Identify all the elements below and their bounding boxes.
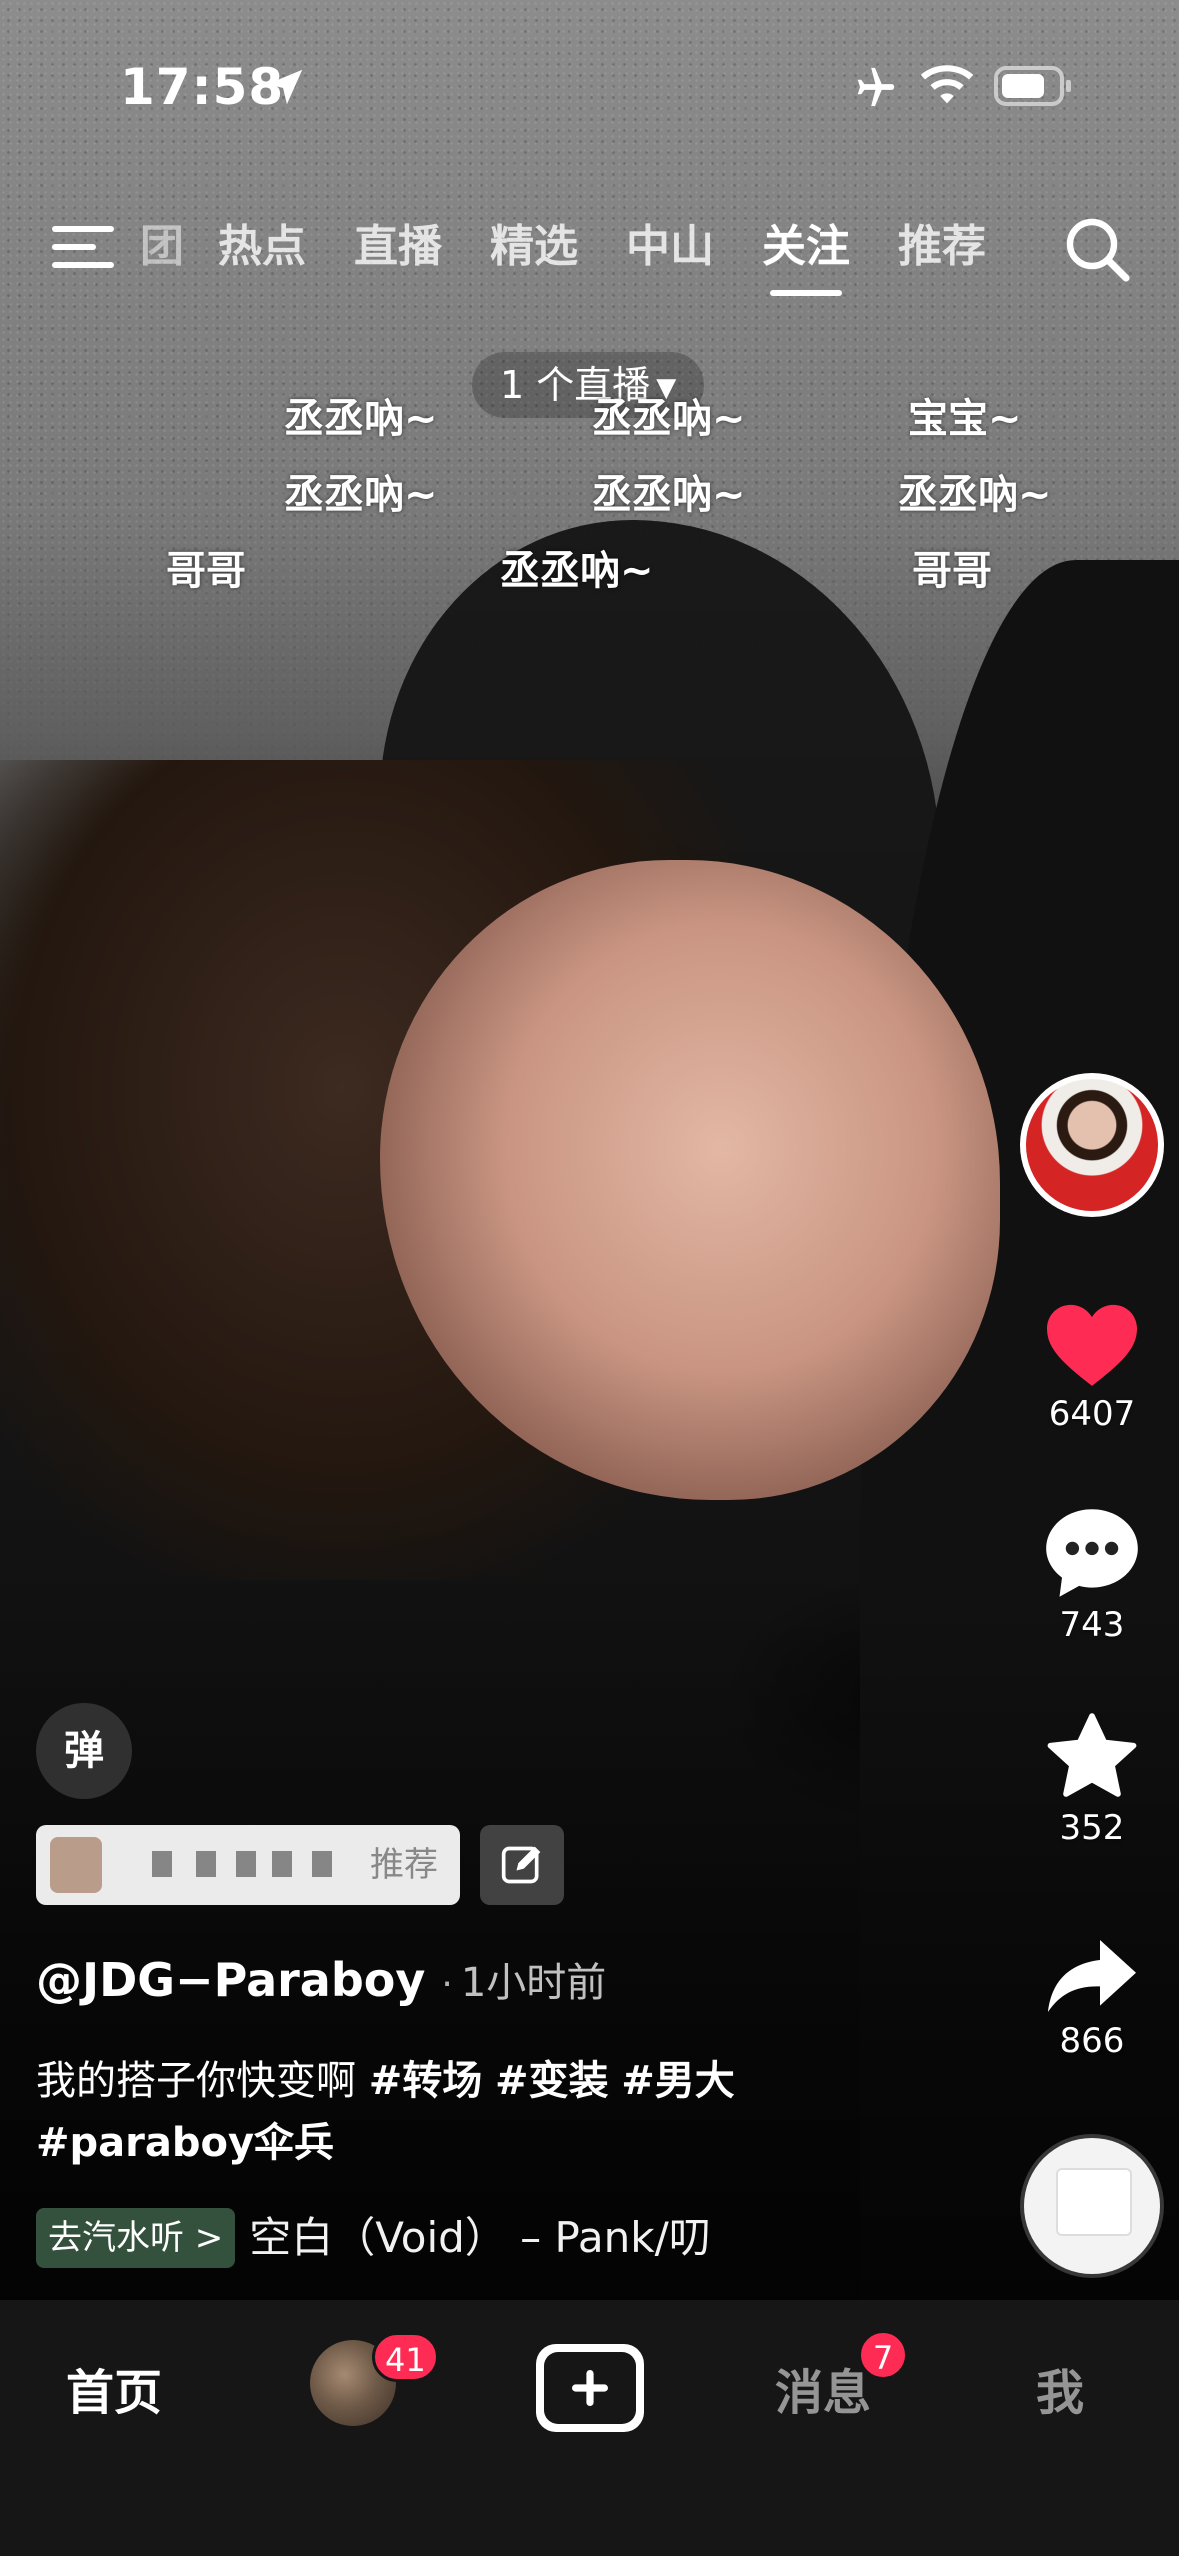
edit-icon: [501, 1846, 541, 1884]
favorite-button[interactable]: 352: [1020, 1712, 1164, 1848]
danmaku-comment: 丞丞吶~: [592, 396, 746, 442]
caption-text: 我的搭子你快变啊: [36, 2058, 369, 2104]
post-time: 1小时前: [460, 1960, 607, 2006]
comment-icon: [1046, 1509, 1138, 1597]
like-button[interactable]: 6407: [1020, 1300, 1164, 1434]
separator-dot: ·: [441, 1964, 453, 2005]
pixelated-block: [312, 1851, 332, 1877]
tab-home[interactable]: 首页: [66, 2348, 162, 2438]
favorite-count: 352: [1059, 1808, 1125, 1848]
video-caption: 我的搭子你快变啊 #转场 #变装 #男大 #paraboy伞兵: [36, 2050, 836, 2174]
comment-button[interactable]: 743: [1020, 1505, 1164, 1645]
create-button[interactable]: [536, 2344, 644, 2432]
tab-hot[interactable]: 热点: [194, 212, 330, 282]
hashtag[interactable]: #paraboy伞兵: [36, 2120, 334, 2166]
danmaku-comment: 宝宝~: [908, 396, 1022, 442]
airplane-icon: [857, 67, 895, 107]
star-icon: [1047, 1713, 1137, 1797]
comment-count: 743: [1059, 1605, 1125, 1645]
status-time: 17:58: [120, 58, 285, 116]
music-cover: [1056, 2168, 1132, 2236]
tab-me[interactable]: 我: [1036, 2348, 1084, 2438]
tab-messages[interactable]: 消息: [775, 2348, 871, 2438]
danmaku-comment: 丞丞吶~: [284, 396, 438, 442]
search-icon[interactable]: [1062, 214, 1132, 284]
share-icon: [1048, 1940, 1136, 2012]
nav-tabs: 团 热点 直播 精选 中山 关注 推荐: [140, 212, 1010, 296]
tab-group[interactable]: 团: [140, 212, 194, 282]
messages-badge: 7: [858, 2330, 908, 2380]
battery-icon: [994, 66, 1071, 106]
tab-recommend[interactable]: 推荐: [874, 212, 1010, 282]
danmaku-comment: 哥哥: [912, 548, 992, 594]
danmaku-comment: 丞丞吶~: [500, 548, 654, 594]
author-avatar[interactable]: [1020, 1073, 1164, 1217]
tab-live[interactable]: 直播: [330, 212, 466, 282]
hashtag[interactable]: #变装: [495, 2058, 609, 2104]
pixelated-block: [196, 1851, 216, 1877]
pixelated-block: [236, 1851, 256, 1877]
like-count: 6407: [1048, 1394, 1136, 1434]
danmaku-comment: 哥哥: [166, 548, 246, 594]
hashtag[interactable]: #男大: [621, 2058, 735, 2104]
danmaku-comment: 丞丞吶~: [592, 472, 746, 518]
author-line: @JDG−Paraboy · 1小时前: [36, 1950, 606, 2008]
hashtag[interactable]: #转场: [369, 2058, 483, 2104]
pixelated-block: [152, 1851, 172, 1877]
recommend-text: 推荐: [370, 1845, 438, 1885]
tab-featured[interactable]: 精选: [466, 212, 602, 282]
tab-zhongshan[interactable]: 中山: [602, 212, 738, 282]
pixelated-block: [272, 1851, 292, 1877]
heart-icon: [1047, 1304, 1137, 1386]
music-listen-button[interactable]: 去汽水听 >: [36, 2208, 236, 2268]
top-nav: 团 热点 直播 精选 中山 关注 推荐: [0, 200, 1179, 310]
menu-icon[interactable]: [52, 222, 114, 272]
danmaku-comment: 丞丞吶~: [898, 472, 1052, 518]
friends-badge: 41: [372, 2332, 439, 2382]
recommend-box[interactable]: 推荐: [36, 1825, 460, 1905]
music-disc[interactable]: [1024, 2138, 1160, 2274]
author-name[interactable]: @JDG−Paraboy: [36, 1953, 425, 2007]
tab-following[interactable]: 关注: [738, 212, 874, 296]
avatar: [1026, 1079, 1158, 1211]
music-title[interactable]: 空白（Void） – Pank/叨: [249, 2208, 710, 2268]
status-bar: 17:58: [0, 0, 1179, 170]
bottom-tab-bar: 首页 41 消息 7 我: [0, 2300, 1179, 2556]
danmaku-comment: 丞丞吶~: [284, 472, 438, 518]
edit-button[interactable]: [480, 1825, 564, 1905]
location-arrow-icon: [267, 69, 303, 105]
plus-icon: [572, 2370, 608, 2406]
music-row: 去汽水听 > 空白（Void） – Pank/叨: [36, 2208, 726, 2268]
share-count: 866: [1059, 2021, 1125, 2061]
danmu-toggle-button[interactable]: 弹: [36, 1703, 132, 1799]
recommend-thumbnail: [50, 1837, 102, 1893]
share-button[interactable]: 866: [1020, 1935, 1164, 2061]
wifi-icon: [920, 65, 974, 104]
